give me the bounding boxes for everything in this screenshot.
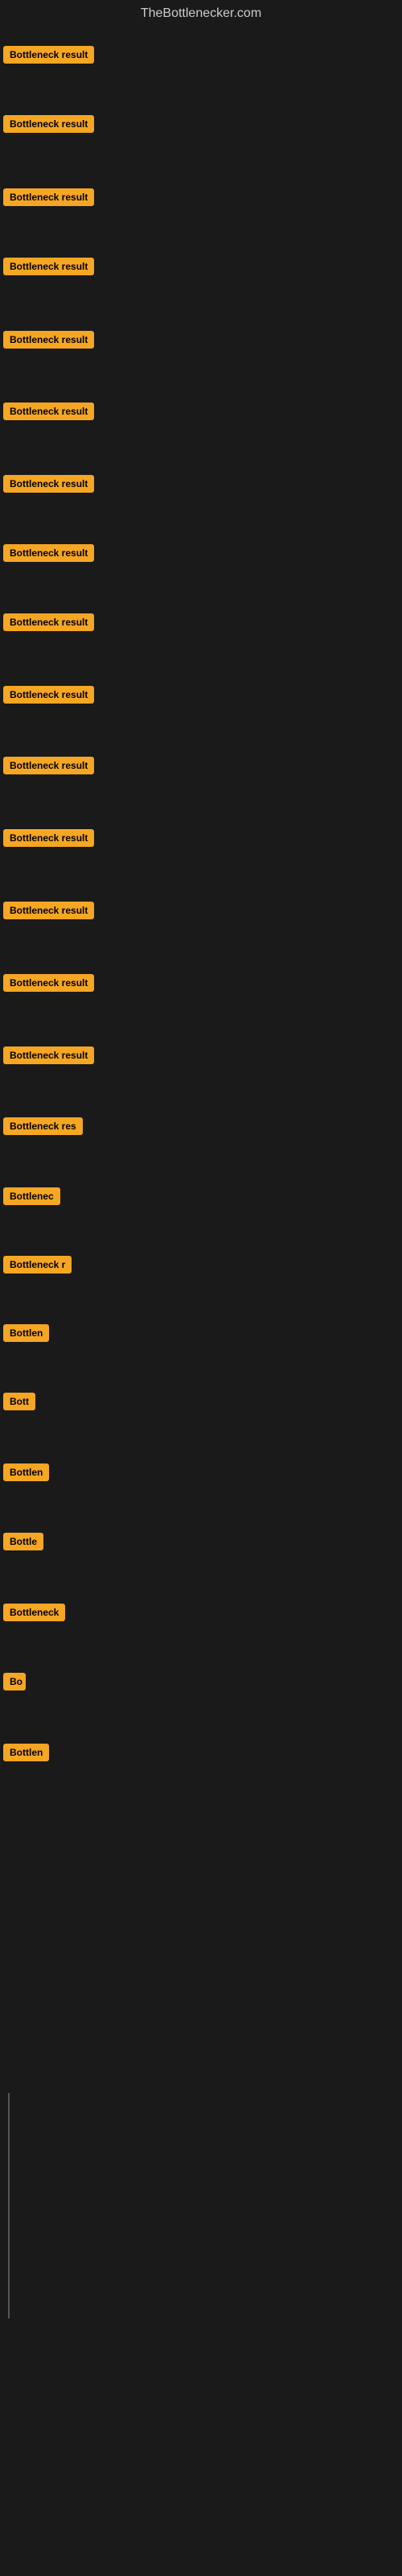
site-title: TheBottlenecker.com — [0, 0, 402, 31]
bottleneck-item-8: Bottleneck result — [3, 544, 94, 566]
bottleneck-item-18: Bottleneck r — [3, 1256, 72, 1278]
page-container: TheBottlenecker.com Bottleneck result Bot… — [0, 0, 402, 2576]
bottleneck-item-21: Bottlen — [3, 1463, 49, 1485]
bottleneck-item-9: Bottleneck result — [3, 613, 94, 635]
bottleneck-item-25: Bottlen — [3, 1744, 49, 1765]
bottleneck-badge-6[interactable]: Bottleneck result — [3, 402, 94, 420]
bottleneck-item-12: Bottleneck result — [3, 829, 94, 851]
bottleneck-item-10: Bottleneck result — [3, 686, 94, 708]
bottleneck-badge-13[interactable]: Bottleneck result — [3, 902, 94, 919]
bottleneck-item-22: Bottle — [3, 1533, 43, 1554]
bottleneck-badge-9[interactable]: Bottleneck result — [3, 613, 94, 631]
bottleneck-item-17: Bottlenec — [3, 1187, 60, 1209]
bottleneck-badge-17[interactable]: Bottlenec — [3, 1187, 60, 1205]
bottleneck-item-2: Bottleneck result — [3, 115, 94, 137]
bottleneck-badge-3[interactable]: Bottleneck result — [3, 188, 94, 206]
bottleneck-badge-2[interactable]: Bottleneck result — [3, 115, 94, 133]
bottleneck-badge-16[interactable]: Bottleneck res — [3, 1117, 83, 1135]
bottleneck-badge-1[interactable]: Bottleneck result — [3, 46, 94, 64]
bottleneck-item-14: Bottleneck result — [3, 974, 94, 996]
bottleneck-item-16: Bottleneck res — [3, 1117, 83, 1139]
bottleneck-badge-10[interactable]: Bottleneck result — [3, 686, 94, 704]
bottleneck-item-19: Bottlen — [3, 1324, 49, 1346]
bottleneck-badge-24[interactable]: Bo — [3, 1673, 26, 1690]
bottleneck-badge-11[interactable]: Bottleneck result — [3, 757, 94, 774]
bottleneck-badge-14[interactable]: Bottleneck result — [3, 974, 94, 992]
bottleneck-badge-15[interactable]: Bottleneck result — [3, 1046, 94, 1064]
bottleneck-badge-23[interactable]: Bottleneck — [3, 1604, 65, 1621]
bottleneck-item-6: Bottleneck result — [3, 402, 94, 424]
bottleneck-badge-12[interactable]: Bottleneck result — [3, 829, 94, 847]
bottleneck-item-1: Bottleneck result — [3, 46, 94, 68]
bottleneck-item-3: Bottleneck result — [3, 188, 94, 210]
bottleneck-badge-20[interactable]: Bott — [3, 1393, 35, 1410]
bottleneck-item-11: Bottleneck result — [3, 757, 94, 778]
bottleneck-badge-21[interactable]: Bottlen — [3, 1463, 49, 1481]
bottleneck-item-5: Bottleneck result — [3, 331, 94, 353]
bottleneck-item-24: Bo — [3, 1673, 26, 1695]
bottleneck-item-4: Bottleneck result — [3, 258, 94, 279]
chart-area — [8, 2093, 10, 2318]
bottleneck-item-23: Bottleneck — [3, 1604, 65, 1625]
bottleneck-badge-19[interactable]: Bottlen — [3, 1324, 49, 1342]
bottleneck-badge-4[interactable]: Bottleneck result — [3, 258, 94, 275]
bottleneck-badge-18[interactable]: Bottleneck r — [3, 1256, 72, 1274]
bottleneck-item-13: Bottleneck result — [3, 902, 94, 923]
bottleneck-badge-25[interactable]: Bottlen — [3, 1744, 49, 1761]
bottleneck-badge-22[interactable]: Bottle — [3, 1533, 43, 1550]
bottleneck-badge-7[interactable]: Bottleneck result — [3, 475, 94, 493]
bottleneck-item-15: Bottleneck result — [3, 1046, 94, 1068]
bottleneck-badge-5[interactable]: Bottleneck result — [3, 331, 94, 349]
bottleneck-item-20: Bott — [3, 1393, 35, 1414]
bottleneck-item-7: Bottleneck result — [3, 475, 94, 497]
bottleneck-badge-8[interactable]: Bottleneck result — [3, 544, 94, 562]
